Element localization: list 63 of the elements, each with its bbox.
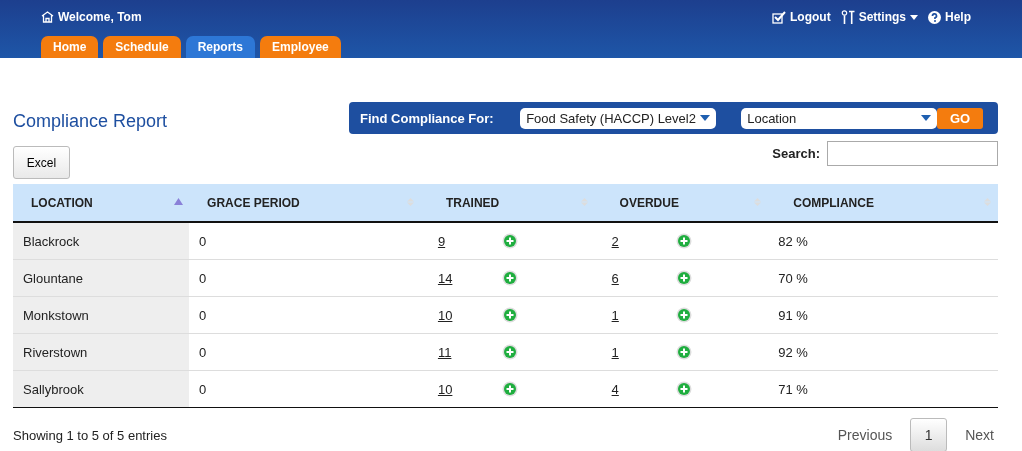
course-dropdown[interactable]: Food Safety (HACCP) Level2 [520,107,717,129]
tools-icon [840,9,855,25]
pagination-button[interactable]: Previous [823,418,907,451]
table-cell: 0 [189,259,421,297]
caret-icon [910,14,918,20]
excel-button[interactable]: Excel [13,146,70,179]
table-cell: 0 [189,370,421,408]
entries-info: Showing 1 to 5 of 5 entries [13,427,167,443]
table-cell: Riverstown [13,333,190,371]
settings-link[interactable]: Settings [840,9,918,25]
add-icon[interactable] [501,344,518,360]
count-link[interactable]: 10 [437,381,453,397]
add-icon[interactable] [675,344,692,360]
table-cell: Monkstown [13,296,190,334]
column-header[interactable]: COMPLIANCE [768,184,998,222]
count-link[interactable]: 14 [437,270,453,286]
column-header[interactable]: OVERDUE [594,184,769,222]
column-header[interactable]: LOCATION [13,184,190,222]
count-link[interactable]: 4 [611,381,619,397]
search-label: Search: [772,146,820,161]
welcome-text: Welcome, Tom [58,10,142,24]
add-icon[interactable] [501,307,518,323]
page-title: Compliance Report [13,109,168,132]
add-icon[interactable] [675,307,692,323]
house-icon [41,11,54,23]
table-cell: 92 % [768,333,998,371]
caret-icon [700,115,711,121]
logout-link[interactable]: Logout [772,10,831,24]
add-icon[interactable] [501,233,518,249]
table-cell: 0 [189,333,421,371]
add-icon[interactable] [675,381,692,397]
caret-icon [921,115,932,121]
count-link[interactable]: 11 [437,344,452,360]
count-link[interactable]: 10 [437,307,453,323]
add-icon[interactable] [501,381,518,397]
search-field[interactable] [827,141,998,166]
table-cell: 0 [189,222,421,260]
count-link[interactable]: 2 [611,233,619,249]
column-header[interactable]: TRAINED [420,184,595,222]
table-cell: 82 % [768,222,998,260]
add-icon[interactable] [675,233,692,249]
count-link[interactable]: 9 [437,233,446,249]
count-link[interactable]: 1 [611,344,619,360]
add-icon[interactable] [501,270,518,286]
table-cell: 91 % [768,296,998,334]
table-cell: 71 % [768,370,998,408]
pagination-button[interactable]: Next [951,418,1008,451]
pagination-button[interactable]: 1 [910,418,948,451]
help-link[interactable]: Help [928,10,971,24]
count-link[interactable]: 6 [611,270,619,286]
column-header[interactable]: GRACE PERIOD [189,184,421,222]
count-link[interactable]: 1 [611,307,619,323]
table-cell: Glountane [13,259,190,297]
add-icon[interactable] [675,270,692,286]
location-dropdown[interactable]: Location [741,107,938,129]
nav-tab[interactable]: Reports [185,36,256,58]
filter-label: Find Compliance For: [360,110,495,126]
table-cell: 0 [189,296,421,334]
table-cell: Blackrock [13,222,190,260]
table-cell: Sallybrook [13,370,190,408]
table-cell: 70 % [768,259,998,297]
checkbox-icon [772,10,786,24]
help-icon [928,10,941,24]
